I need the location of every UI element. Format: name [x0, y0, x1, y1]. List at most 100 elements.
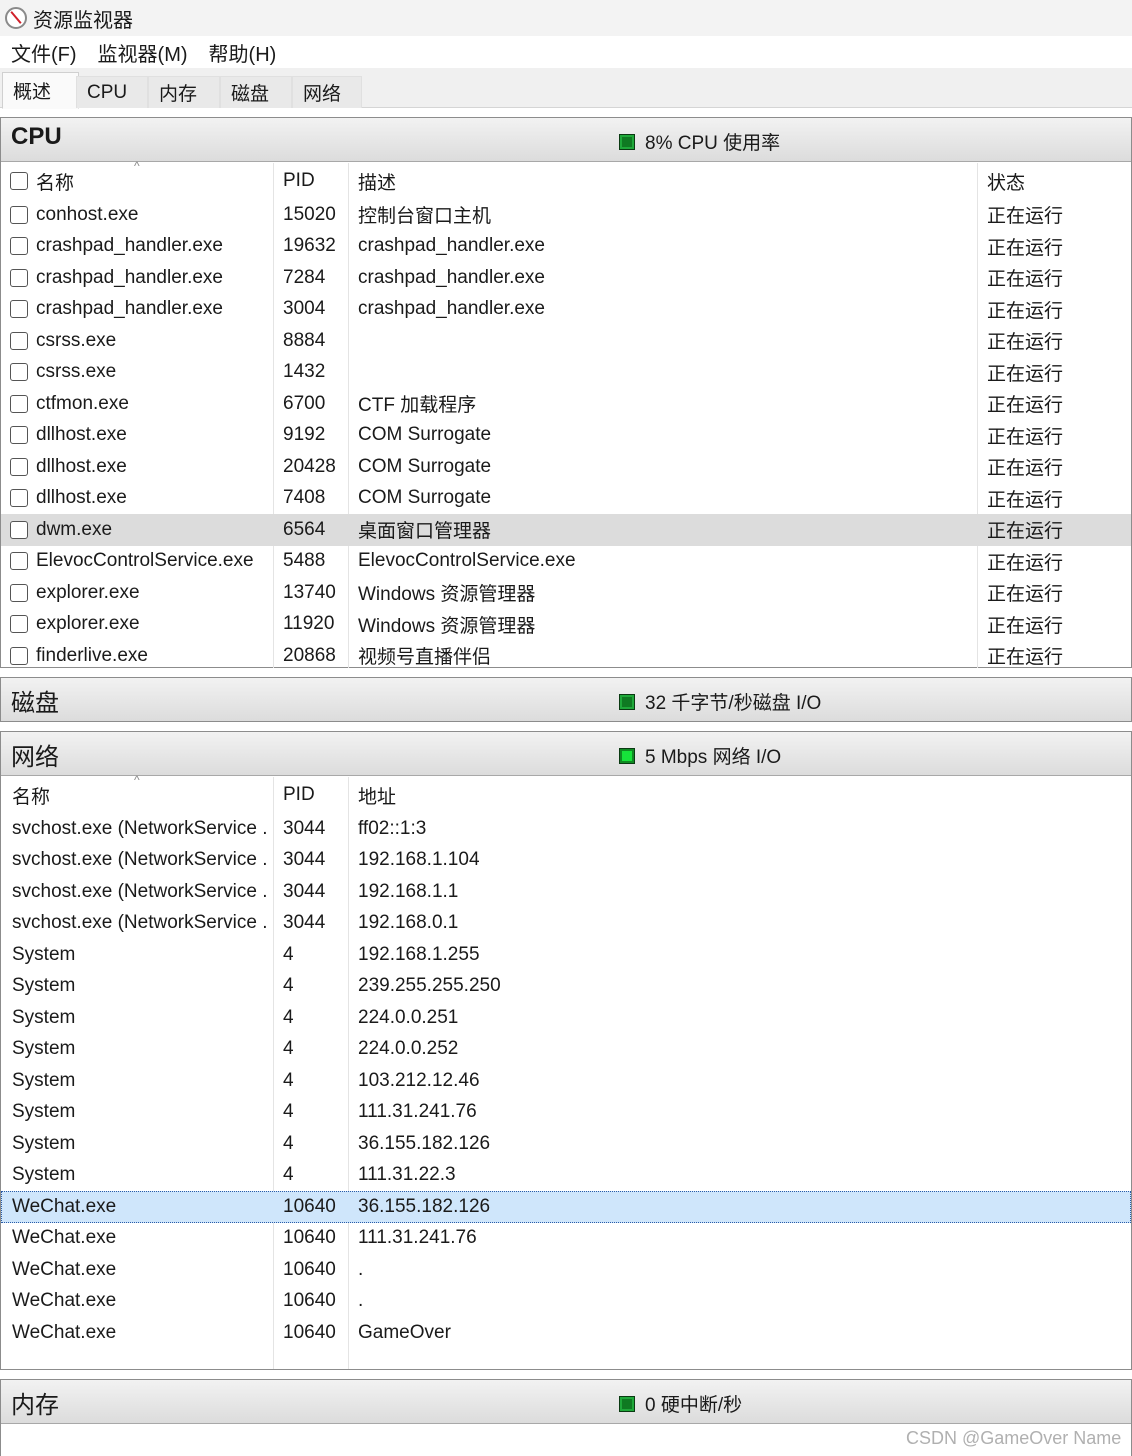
- tab-overview[interactable]: 概述: [2, 72, 79, 109]
- checkbox-icon[interactable]: [10, 552, 28, 571]
- process-status: 正在运行: [987, 615, 1064, 637]
- checkbox-icon[interactable]: [10, 646, 28, 665]
- process-status: 正在运行: [987, 647, 1064, 669]
- column-header-pid[interactable]: PID: [283, 777, 343, 813]
- checkbox-icon[interactable]: [10, 615, 28, 634]
- process-description: COM Surrogate: [358, 424, 492, 446]
- table-row[interactable]: explorer.exe 13740 Windows 资源管理器 正在运行: [1, 577, 1131, 609]
- disk-panel-title: 磁盘: [11, 690, 59, 717]
- table-row[interactable]: conhost.exe 15020 控制台窗口主机 正在运行: [1, 199, 1131, 231]
- table-row[interactable]: WeChat.exe 10640 GameOver: [1, 1317, 1131, 1349]
- column-header-name[interactable]: 名称: [12, 777, 267, 813]
- process-pid: 3004: [283, 298, 326, 320]
- disk-io-text: 32 千字节/秒磁盘 I/O: [645, 693, 822, 714]
- table-row[interactable]: crashpad_handler.exe 7284 crashpad_handler…: [1, 262, 1131, 294]
- network-io-text: 5 Mbps 网络 I/O: [645, 747, 782, 768]
- tab-memory[interactable]: 内存: [148, 76, 220, 108]
- cpu-usage-text: 8% CPU 使用率: [645, 133, 781, 154]
- process-name-cell: explorer.exe: [10, 609, 270, 641]
- cpu-process-table: ^ 名称 PID 描述 状态 conhost.exe 15020 控制台窗口主机 正在…: [1, 159, 1131, 668]
- process-name-cell: crashpad_handler.exe: [10, 262, 270, 294]
- table-row[interactable]: finderlive.exe 20868 视频号直播伴侣 正在运行: [1, 640, 1131, 672]
- table-row[interactable]: csrss.exe 8884 正在运行: [1, 325, 1131, 357]
- table-row[interactable]: crashpad_handler.exe 19632 crashpad_handle…: [1, 231, 1131, 263]
- process-name-cell: explorer.exe: [10, 577, 270, 609]
- table-row[interactable]: WeChat.exe 10640 111.31.241.76: [1, 1223, 1131, 1255]
- connection-pid: 4: [283, 1069, 294, 1091]
- checkbox-icon[interactable]: [10, 457, 28, 476]
- checkbox-icon[interactable]: [10, 237, 28, 256]
- checkbox-icon[interactable]: [10, 520, 28, 539]
- checkbox-icon[interactable]: [10, 363, 28, 382]
- process-pid: 9192: [283, 424, 326, 446]
- table-row[interactable]: crashpad_handler.exe 3004 crashpad_handler…: [1, 294, 1131, 326]
- table-row[interactable]: System 4 111.31.22.3: [1, 1160, 1131, 1192]
- checkbox-icon[interactable]: [10, 172, 28, 190]
- process-name: dllhost.exe: [36, 455, 127, 477]
- checkbox-icon[interactable]: [10, 583, 28, 602]
- checkbox-icon[interactable]: [10, 426, 28, 445]
- table-row[interactable]: dllhost.exe 9192 COM Surrogate 正在运行: [1, 420, 1131, 452]
- connection-pid: 10640: [283, 1290, 336, 1312]
- table-row[interactable]: System 4 224.0.0.252: [1, 1034, 1131, 1066]
- checkbox-icon[interactable]: [10, 300, 28, 319]
- disk-panel-header[interactable]: 磁盘 32 千字节/秒磁盘 I/O: [1, 678, 1131, 721]
- connection-pid: 4: [283, 1164, 294, 1186]
- tab-cpu[interactable]: CPU: [76, 76, 148, 108]
- table-row[interactable]: System 4 192.168.1.255: [1, 939, 1131, 971]
- process-status: 正在运行: [987, 552, 1064, 574]
- tab-disk[interactable]: 磁盘: [220, 76, 292, 108]
- process-name: csrss.exe: [36, 361, 117, 383]
- table-row[interactable]: System 4 111.31.241.76: [1, 1097, 1131, 1129]
- process-description: 桌面窗口管理器: [358, 521, 492, 543]
- process-description: crashpad_handler.exe: [358, 266, 545, 288]
- checkbox-icon[interactable]: [10, 394, 28, 413]
- menu-monitor[interactable]: 监视器(M): [87, 38, 198, 67]
- checkbox-icon[interactable]: [10, 205, 28, 224]
- table-row[interactable]: ctfmon.exe 6700 CTF 加载程序 正在运行: [1, 388, 1131, 420]
- table-row[interactable]: System 4 36.155.182.126: [1, 1128, 1131, 1160]
- network-panel-header[interactable]: 网络 5 Mbps 网络 I/O: [1, 732, 1131, 776]
- column-header-description[interactable]: 描述: [358, 163, 958, 199]
- connection-pid: 3044: [283, 912, 326, 934]
- activity-led-icon: [619, 1395, 635, 1412]
- table-row[interactable]: svchost.exe (NetworkService ... 3044 ff02:…: [1, 813, 1131, 845]
- process-description: crashpad_handler.exe: [358, 235, 545, 257]
- table-row[interactable]: svchost.exe (NetworkService ... 3044 192.1…: [1, 908, 1131, 940]
- checkbox-icon[interactable]: [10, 489, 28, 508]
- table-row[interactable]: dllhost.exe 7408 COM Surrogate 正在运行: [1, 483, 1131, 515]
- column-header-name[interactable]: 名称: [10, 163, 270, 199]
- column-header-address[interactable]: 地址: [358, 777, 958, 813]
- process-pid: 13740: [283, 581, 336, 603]
- table-row[interactable]: WeChat.exe 10640 36.155.182.126: [1, 1191, 1131, 1223]
- column-header-pid[interactable]: PID: [283, 163, 343, 199]
- network-panel-stat: 5 Mbps 网络 I/O: [619, 742, 781, 769]
- process-name-cell: dwm.exe: [10, 514, 270, 546]
- connection-pid: 10640: [283, 1195, 336, 1217]
- connection-image: System: [12, 1132, 76, 1154]
- column-header-status[interactable]: 状态: [987, 163, 1117, 199]
- table-row[interactable]: dwm.exe 6564 桌面窗口管理器 正在运行: [1, 514, 1131, 546]
- table-row[interactable]: svchost.exe (NetworkService ... 3044 192.1…: [1, 876, 1131, 908]
- table-row[interactable]: csrss.exe 1432 正在运行: [1, 357, 1131, 389]
- tab-network[interactable]: 网络: [292, 76, 362, 108]
- table-row[interactable]: ElevocControlService.exe 5488 ElevocContro…: [1, 546, 1131, 578]
- table-row[interactable]: WeChat.exe 10640.: [1, 1286, 1131, 1318]
- table-row[interactable]: System 4 239.255.255.250: [1, 971, 1131, 1003]
- table-row[interactable]: dllhost.exe 20428 COM Surrogate 正在运行: [1, 451, 1131, 483]
- cpu-panel-header[interactable]: CPU 8% CPU 使用率: [1, 118, 1131, 162]
- checkbox-icon[interactable]: [10, 268, 28, 287]
- table-row[interactable]: System 4 224.0.0.251: [1, 1002, 1131, 1034]
- menu-help[interactable]: 帮助(H): [198, 38, 287, 67]
- checkbox-icon[interactable]: [10, 331, 28, 350]
- table-row[interactable]: svchost.exe (NetworkService ... 3044 192.1…: [1, 845, 1131, 877]
- memory-panel-header[interactable]: 内存 0 硬中断/秒: [1, 1380, 1131, 1424]
- menu-file[interactable]: 文件(F): [0, 38, 87, 67]
- connection-image: WeChat.exe: [12, 1227, 117, 1249]
- process-name: ctfmon.exe: [36, 392, 129, 414]
- table-row[interactable]: WeChat.exe 10640.: [1, 1254, 1131, 1286]
- table-row[interactable]: System 4 103.212.12.46: [1, 1065, 1131, 1097]
- table-row[interactable]: explorer.exe 11920 Windows 资源管理器 正在运行: [1, 609, 1131, 641]
- table-header: ^ 名称 PID 描述 状态: [1, 159, 1131, 199]
- memory-panel-title: 内存: [11, 1392, 59, 1419]
